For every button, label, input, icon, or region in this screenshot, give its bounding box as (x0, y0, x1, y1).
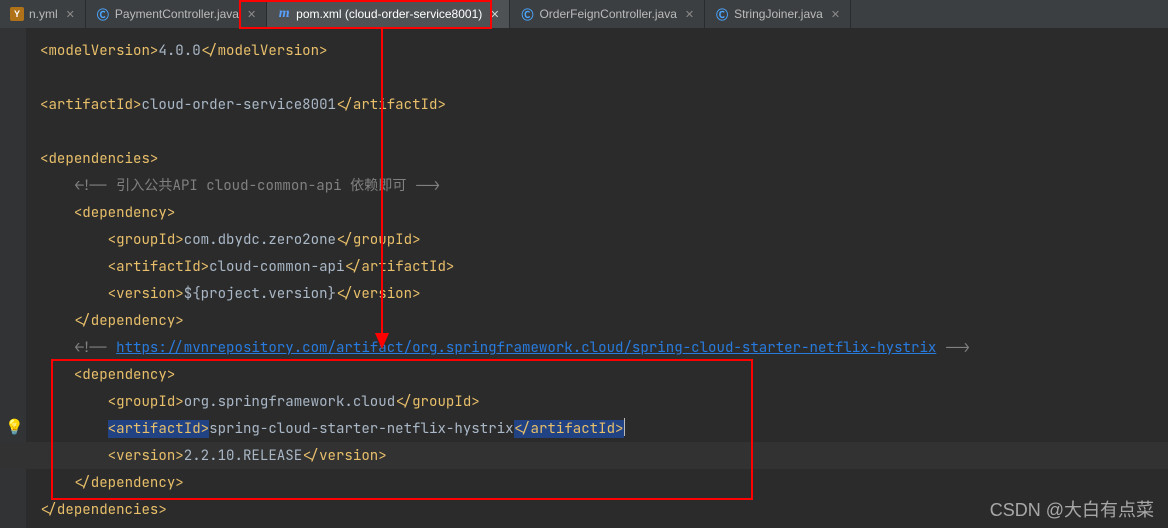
maven-icon: m (277, 7, 291, 21)
close-icon[interactable]: ✕ (685, 8, 694, 21)
java-class-icon: Ⓒ (715, 7, 729, 21)
java-class-icon: Ⓒ (520, 7, 534, 21)
java-class-icon: Ⓒ (96, 7, 110, 21)
tab-label: StringJoiner.java (734, 7, 823, 21)
ide-window: Y n.yml ✕ Ⓒ PaymentController.java ✕ m p… (0, 0, 1168, 528)
yaml-icon: Y (10, 7, 24, 21)
code-content: <modelVersion>4.0.0</modelVersion> <arti… (40, 38, 1168, 524)
tab-string-joiner[interactable]: Ⓒ StringJoiner.java ✕ (705, 0, 851, 28)
tab-pom-xml[interactable]: m pom.xml (cloud-order-service8001) ✕ (267, 0, 510, 28)
mvn-repo-link[interactable]: https://mvnrepository.com/artifact/org.s… (116, 339, 936, 357)
code-editor[interactable]: 💡 <modelVersion>4.0.0</modelVersion> <ar… (0, 28, 1168, 528)
tab-label: PaymentController.java (115, 7, 239, 21)
editor-tabbar: Y n.yml ✕ Ⓒ PaymentController.java ✕ m p… (0, 0, 1168, 29)
close-icon[interactable]: ✕ (831, 8, 840, 21)
tab-label: OrderFeignController.java (539, 7, 676, 21)
tab-yml[interactable]: Y n.yml ✕ (0, 0, 86, 28)
tab-payment-controller[interactable]: Ⓒ PaymentController.java ✕ (86, 0, 267, 28)
intention-bulb-icon[interactable]: 💡 (5, 414, 24, 441)
caret (624, 418, 625, 436)
tab-label: pom.xml (cloud-order-service8001) (296, 7, 482, 21)
close-icon[interactable]: ✕ (490, 8, 499, 21)
tab-label: n.yml (29, 7, 58, 21)
tab-order-feign-controller[interactable]: Ⓒ OrderFeignController.java ✕ (510, 0, 705, 28)
close-icon[interactable]: ✕ (247, 8, 256, 21)
close-icon[interactable]: ✕ (66, 8, 75, 21)
